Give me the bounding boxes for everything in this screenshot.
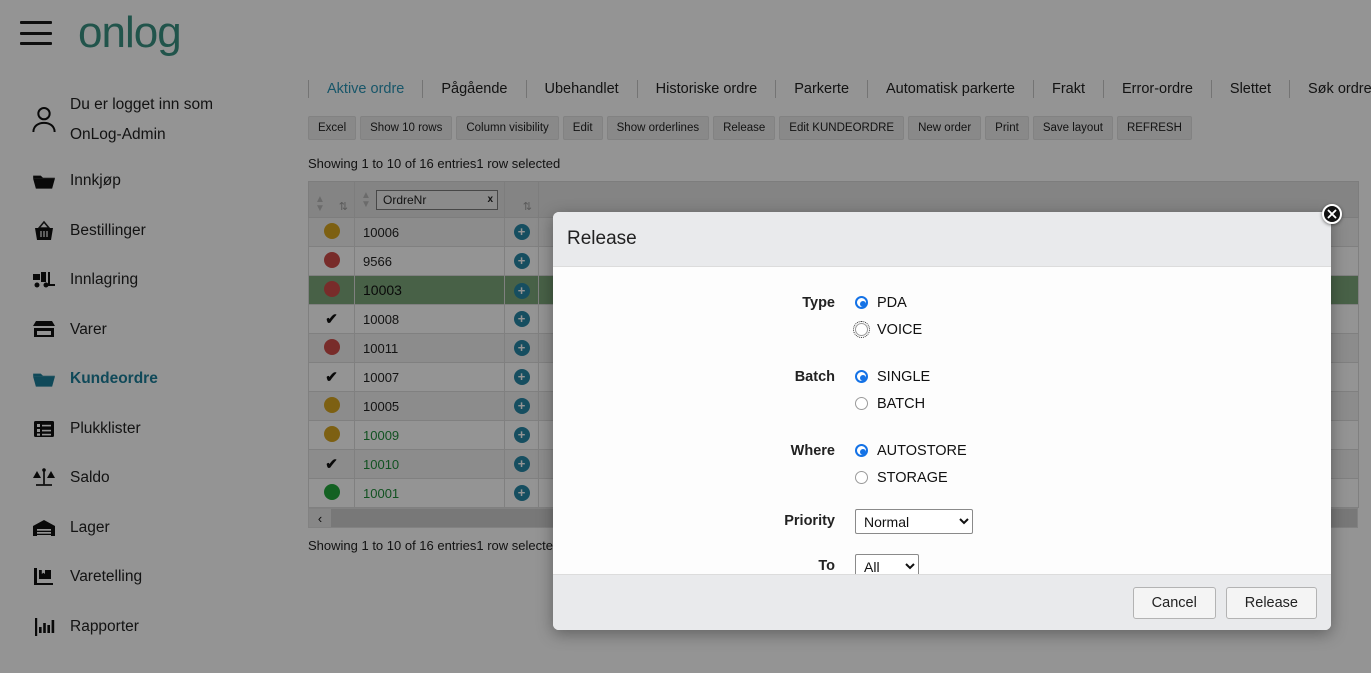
release-button[interactable]: Release xyxy=(1225,586,1317,619)
radio-label[interactable]: AUTOSTORE xyxy=(877,443,967,459)
cancel-button[interactable]: Cancel xyxy=(1132,586,1216,619)
close-icon[interactable] xyxy=(1322,204,1342,224)
field-label: Priority xyxy=(784,513,835,529)
field-row-batch: Batch SINGLE BATCH xyxy=(553,363,1331,417)
radio-button[interactable] xyxy=(855,471,868,484)
radio-option-batch[interactable]: BATCH xyxy=(855,390,1331,417)
radio-option-single[interactable]: SINGLE xyxy=(855,363,1331,390)
field-row-where: Where AUTOSTORE STORAGE xyxy=(553,437,1331,491)
modal-title: Release xyxy=(567,228,637,249)
field-row-priority: Priority Normal xyxy=(553,509,1331,534)
field-control: All xyxy=(855,554,1331,574)
radio-option-storage[interactable]: STORAGE xyxy=(855,464,1331,491)
field-label: Where xyxy=(790,443,835,459)
field-label: Batch xyxy=(794,369,835,385)
modal-header: Release xyxy=(553,212,1331,267)
radio-label[interactable]: STORAGE xyxy=(877,470,948,486)
field-control: Normal xyxy=(855,509,1331,534)
radio-label[interactable]: VOICE xyxy=(877,322,922,338)
radio-label[interactable]: PDA xyxy=(877,295,907,311)
select-to[interactable]: All xyxy=(855,554,919,574)
field-label: To xyxy=(818,558,835,574)
field-control: AUTOSTORE STORAGE xyxy=(855,437,1331,491)
modal-body: Type PDA VOICE Batch SINGLE BATCH Where AUTOSTO… xyxy=(553,267,1331,574)
radio-option-pda[interactable]: PDA xyxy=(855,289,1331,316)
radio-option-autostore[interactable]: AUTOSTORE xyxy=(855,437,1331,464)
radio-label[interactable]: BATCH xyxy=(877,396,925,412)
modal-footer: Cancel Release xyxy=(553,574,1331,630)
release-modal: Release Type PDA VOICE Batch SINGLE BATCH Wher… xyxy=(553,212,1331,630)
app-root: onlog Du er logget inn som OnLog-Admin I… xyxy=(0,0,1371,673)
radio-option-voice[interactable]: VOICE xyxy=(853,316,1331,343)
select-priority[interactable]: Normal xyxy=(855,509,973,534)
radio-button[interactable] xyxy=(855,296,868,309)
field-row-to: To All xyxy=(553,554,1331,574)
field-control: SINGLE BATCH xyxy=(855,363,1331,417)
radio-button[interactable] xyxy=(855,397,868,410)
radio-button[interactable] xyxy=(855,370,868,383)
field-control: PDA VOICE xyxy=(853,289,1331,343)
field-row-type: Type PDA VOICE xyxy=(553,289,1331,343)
field-label: Type xyxy=(802,295,835,311)
radio-label[interactable]: SINGLE xyxy=(877,369,930,385)
radio-button[interactable] xyxy=(855,444,868,457)
radio-button[interactable] xyxy=(853,321,870,338)
